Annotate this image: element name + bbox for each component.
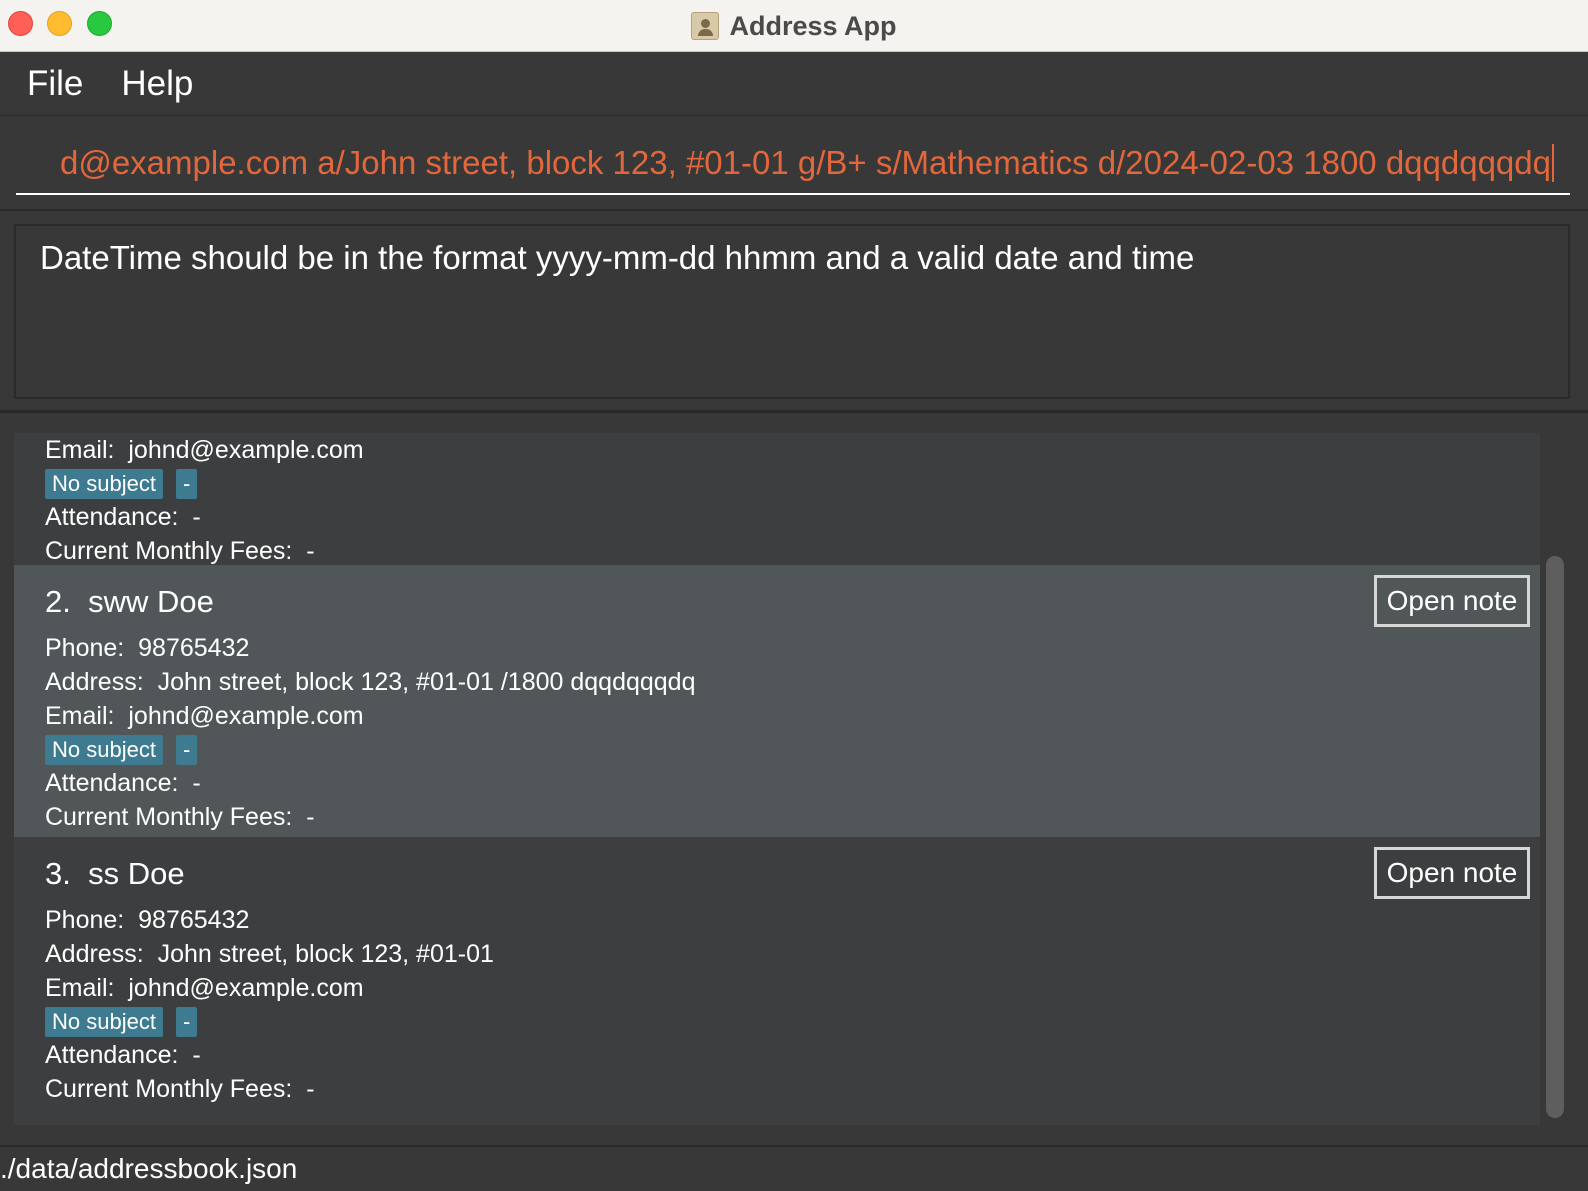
attendance-value: -	[192, 769, 201, 797]
attendance-label: Attendance:	[45, 1041, 179, 1069]
email-label: Email:	[45, 702, 115, 730]
list-scrollbar-thumb[interactable]	[1546, 556, 1564, 1118]
open-note-button[interactable]: Open note	[1374, 575, 1530, 627]
fees-value: -	[306, 537, 315, 565]
phone-label: Phone:	[45, 906, 125, 934]
menu-help[interactable]: Help	[121, 64, 193, 104]
address-line: Address: John street, block 123, #01-01 …	[45, 665, 1530, 699]
email-value: johnd@example.com	[128, 436, 364, 464]
data-file-path: ./data/addressbook.json	[0, 1153, 298, 1184]
tag-list: No subject -	[45, 733, 1530, 766]
result-message: DateTime should be in the format yyyy-mm…	[40, 239, 1195, 276]
command-area: d@example.com a/John street, block 123, …	[0, 117, 1588, 211]
fees-label: Current Monthly Fees:	[45, 537, 293, 565]
person-card-3[interactable]: Open note 3. ss Doe Phone: 98765432 Addr…	[14, 837, 1540, 1125]
address-book-icon	[691, 12, 720, 40]
fees-value: -	[306, 1075, 315, 1103]
attendance-value: -	[192, 503, 201, 531]
person-index: 2.	[45, 584, 71, 619]
fees-label: Current Monthly Fees:	[45, 1075, 293, 1103]
divider	[0, 410, 1588, 413]
menu-file[interactable]: File	[27, 64, 83, 104]
tag-grade: -	[175, 468, 198, 499]
attendance-line: Attendance: -	[45, 1038, 1530, 1072]
person-name-line: 3. ss Doe	[45, 845, 1530, 903]
tag-list: No subject -	[45, 467, 1530, 500]
window-title: Address App	[729, 10, 897, 41]
fees-line: Current Monthly Fees: -	[45, 534, 1530, 568]
fees-line: Current Monthly Fees: -	[45, 800, 1530, 834]
fees-line: Current Monthly Fees: -	[45, 1072, 1530, 1106]
tag-subject: No subject	[45, 1006, 163, 1037]
fees-value: -	[306, 803, 315, 831]
menu-bar: File Help	[0, 53, 1588, 116]
phone-line: Phone: 98765432	[45, 631, 1530, 665]
person-card-2[interactable]: Open note 2. sww Doe Phone: 98765432 Add…	[14, 565, 1540, 837]
text-caret	[1552, 144, 1554, 182]
email-label: Email:	[45, 436, 115, 464]
email-value: johnd@example.com	[128, 702, 364, 730]
address-label: Address:	[45, 940, 144, 968]
address-line: Address: John street, block 123, #01-01	[45, 937, 1530, 971]
email-value: johnd@example.com	[128, 974, 364, 1002]
phone-label: Phone:	[45, 634, 125, 662]
phone-line: Phone: 98765432	[45, 903, 1530, 937]
attendance-line: Attendance: -	[45, 500, 1530, 534]
address-label: Address:	[45, 668, 144, 696]
open-note-button[interactable]: Open note	[1374, 847, 1530, 899]
person-index: 3.	[45, 856, 71, 891]
phone-value: 98765432	[138, 634, 250, 662]
email-label: Email:	[45, 974, 115, 1002]
person-name-line: 2. sww Doe	[45, 573, 1530, 631]
status-bar: ./data/addressbook.json	[0, 1145, 1588, 1190]
tag-grade: -	[175, 1006, 198, 1037]
phone-value: 98765432	[138, 906, 250, 934]
tag-grade: -	[175, 734, 198, 765]
person-card-1[interactable]: Email: johnd@example.com No subject - At…	[14, 433, 1540, 565]
address-value: John street, block 123, #01-01	[157, 940, 494, 968]
email-line: Email: johnd@example.com	[45, 699, 1530, 733]
tag-subject: No subject	[45, 734, 163, 765]
attendance-label: Attendance:	[45, 769, 179, 797]
attendance-value: -	[192, 1041, 201, 1069]
person-name: ss Doe	[88, 856, 185, 891]
attendance-line: Attendance: -	[45, 766, 1530, 800]
tag-subject: No subject	[45, 468, 163, 499]
command-input[interactable]: d@example.com a/John street, block 123, …	[16, 133, 1570, 195]
window-title-wrap: Address App	[0, 0, 1588, 52]
title-bar: Address App	[0, 0, 1588, 52]
email-line: Email: johnd@example.com	[45, 433, 1530, 467]
person-list[interactable]: Email: johnd@example.com No subject - At…	[14, 433, 1540, 1125]
result-display: DateTime should be in the format yyyy-mm…	[14, 224, 1570, 399]
attendance-label: Attendance:	[45, 503, 179, 531]
command-text: d@example.com a/John street, block 123, …	[59, 144, 1551, 181]
fees-label: Current Monthly Fees:	[45, 803, 293, 831]
address-value: John street, block 123, #01-01 /1800 dqq…	[157, 668, 696, 696]
person-name: sww Doe	[88, 584, 214, 619]
tag-list: No subject -	[45, 1005, 1530, 1038]
email-line: Email: johnd@example.com	[45, 971, 1530, 1005]
